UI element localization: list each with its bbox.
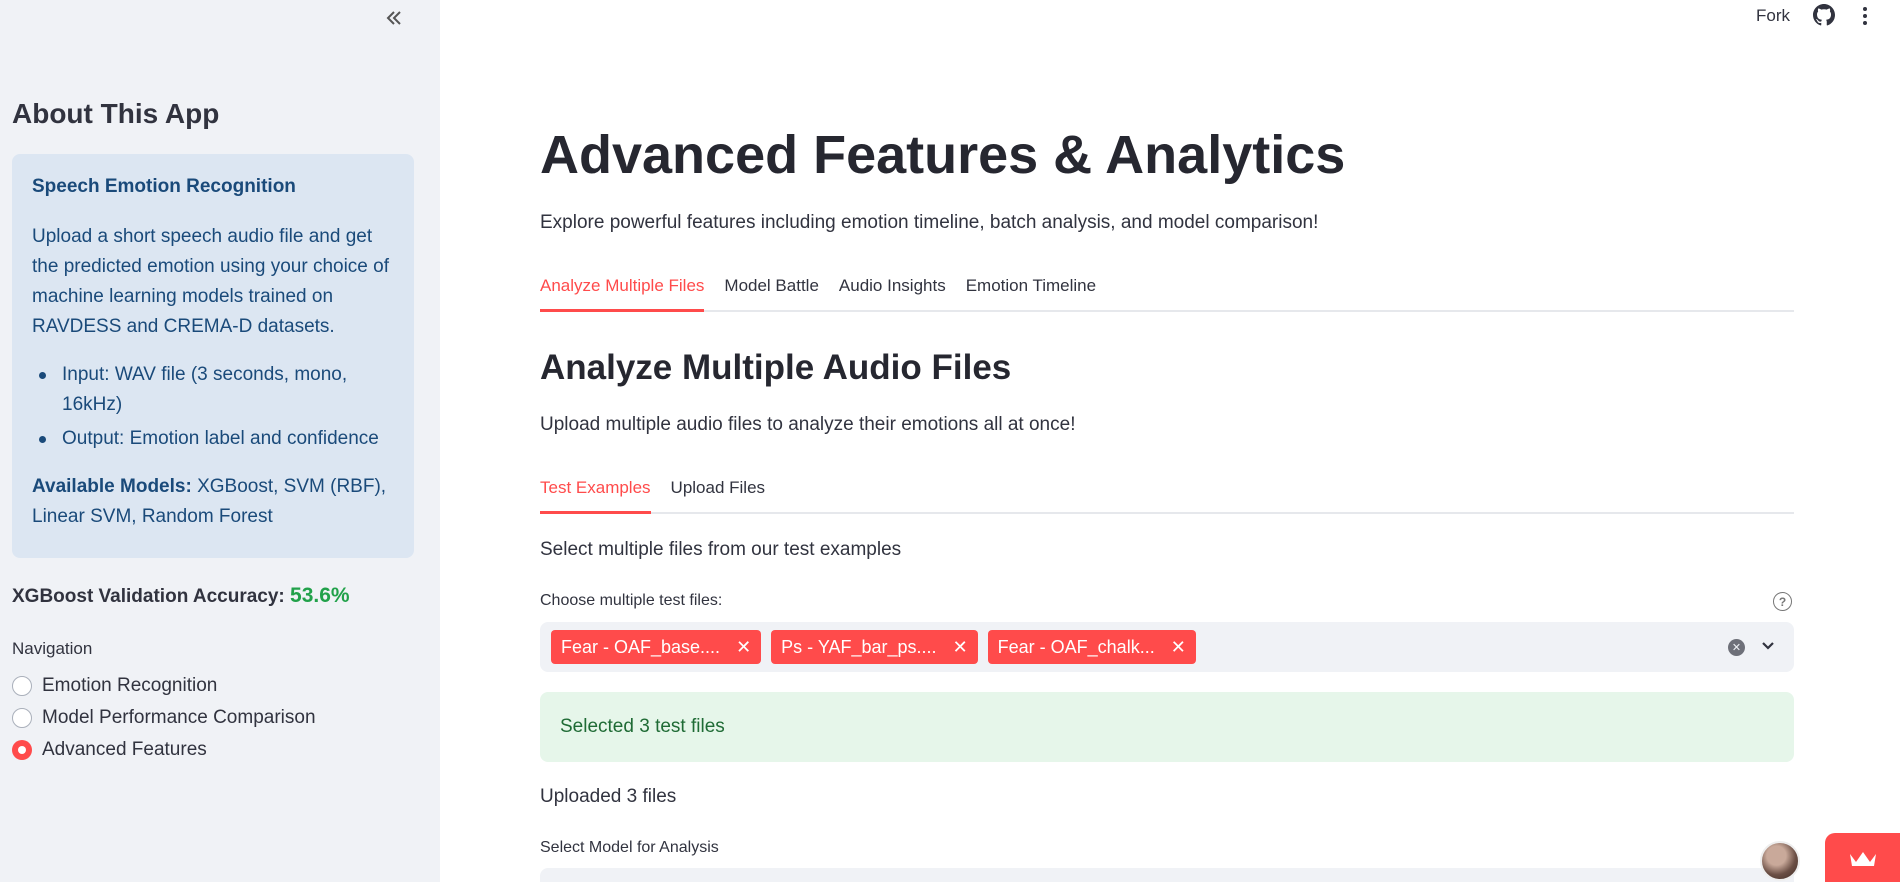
double-chevron-left-icon	[386, 11, 401, 25]
clear-all-icon[interactable]: ✕	[1728, 639, 1745, 656]
tab-audio-insights[interactable]: Audio Insights	[839, 276, 946, 310]
bullet-item: Input: WAV file (3 seconds, mono, 16kHz)	[32, 360, 394, 420]
remove-chip-icon[interactable]: ✕	[1171, 637, 1186, 658]
radio-unselected-icon	[12, 676, 32, 696]
navigation-label: Navigation	[12, 639, 93, 658]
model-select[interactable]	[540, 868, 1794, 882]
info-box-title: Speech Emotion Recognition	[32, 176, 296, 197]
section-title: Analyze Multiple Audio Files	[540, 348, 1012, 387]
model-select-label: Select Model for Analysis	[540, 839, 719, 856]
main-tabs: Analyze Multiple Files Model Battle Audi…	[540, 276, 1794, 312]
streamlit-crown-icon[interactable]	[1825, 833, 1900, 882]
remove-chip-icon[interactable]: ✕	[953, 637, 968, 658]
navigation-radio-group: Emotion Recognition Model Performance Co…	[12, 670, 316, 766]
avatar[interactable]	[1760, 841, 1800, 881]
selected-file-chip: Fear - OAF_base.... ✕	[551, 630, 762, 664]
fork-button[interactable]: Fork	[1756, 6, 1790, 26]
nav-radio-advanced-features[interactable]: Advanced Features	[12, 734, 316, 766]
chip-label: Ps - YAF_bar_ps....	[781, 636, 937, 657]
accuracy-value: 53.6%	[290, 584, 350, 607]
radio-selected-icon	[12, 740, 32, 760]
available-models: Available Models: XGBoost, SVM (RBF), Li…	[32, 472, 394, 532]
available-models-label: Available Models:	[32, 476, 192, 497]
radio-unselected-icon	[12, 708, 32, 728]
sidebar: About This App Speech Emotion Recognitio…	[0, 0, 440, 882]
nav-radio-label: Emotion Recognition	[42, 675, 218, 696]
collapse-sidebar-button[interactable]	[380, 4, 408, 32]
kebab-menu-icon[interactable]	[1856, 5, 1874, 27]
uploaded-message: Uploaded 3 files	[540, 786, 677, 807]
success-message: Selected 3 test files	[560, 716, 725, 737]
tab-upload-files[interactable]: Upload Files	[671, 478, 766, 512]
chip-label: Fear - OAF_base....	[561, 636, 721, 657]
sidebar-title: About This App	[12, 98, 220, 129]
multiselect-label: Choose multiple test files:	[540, 592, 723, 609]
remove-chip-icon[interactable]: ✕	[736, 637, 751, 658]
info-box-description: Upload a short speech audio file and get…	[32, 226, 389, 337]
page-title: Advanced Features & Analytics	[540, 125, 1346, 185]
sub-tabs: Test Examples Upload Files	[540, 478, 1794, 514]
tab-emotion-timeline[interactable]: Emotion Timeline	[966, 276, 1096, 310]
nav-radio-model-performance-comparison[interactable]: Model Performance Comparison	[12, 702, 316, 734]
bullet-item: Output: Emotion label and confidence	[32, 424, 394, 454]
nav-radio-label: Model Performance Comparison	[42, 707, 316, 728]
tab-model-battle[interactable]: Model Battle	[724, 276, 819, 310]
section-subtitle: Upload multiple audio files to analyze t…	[540, 414, 1076, 435]
help-icon[interactable]: ?	[1773, 592, 1792, 611]
info-box-bullets: Input: WAV file (3 seconds, mono, 16kHz)…	[32, 360, 394, 454]
page-subtitle: Explore powerful features including emot…	[540, 212, 1319, 233]
accuracy-label: XGBoost Validation Accuracy:	[12, 586, 285, 607]
github-icon[interactable]	[1813, 4, 1835, 26]
selected-file-chip: Fear - OAF_chalk... ✕	[987, 630, 1196, 664]
accuracy-line: XGBoost Validation Accuracy: 53.6%	[12, 584, 350, 608]
about-info-box: Speech Emotion Recognition Upload a shor…	[12, 154, 414, 558]
success-alert: Selected 3 test files	[540, 692, 1794, 762]
tab-analyze-multiple-files[interactable]: Analyze Multiple Files	[540, 276, 705, 312]
chevron-down-icon[interactable]	[1758, 636, 1778, 656]
select-message: Select multiple files from our test exam…	[540, 539, 902, 560]
nav-radio-emotion-recognition[interactable]: Emotion Recognition	[12, 670, 316, 702]
nav-radio-label: Advanced Features	[42, 739, 207, 760]
tab-test-examples[interactable]: Test Examples	[540, 478, 651, 514]
selected-file-chip: Ps - YAF_bar_ps.... ✕	[771, 630, 978, 664]
test-files-multiselect[interactable]: Fear - OAF_base.... ✕ Ps - YAF_bar_ps...…	[540, 622, 1794, 672]
chip-label: Fear - OAF_chalk...	[997, 636, 1155, 657]
